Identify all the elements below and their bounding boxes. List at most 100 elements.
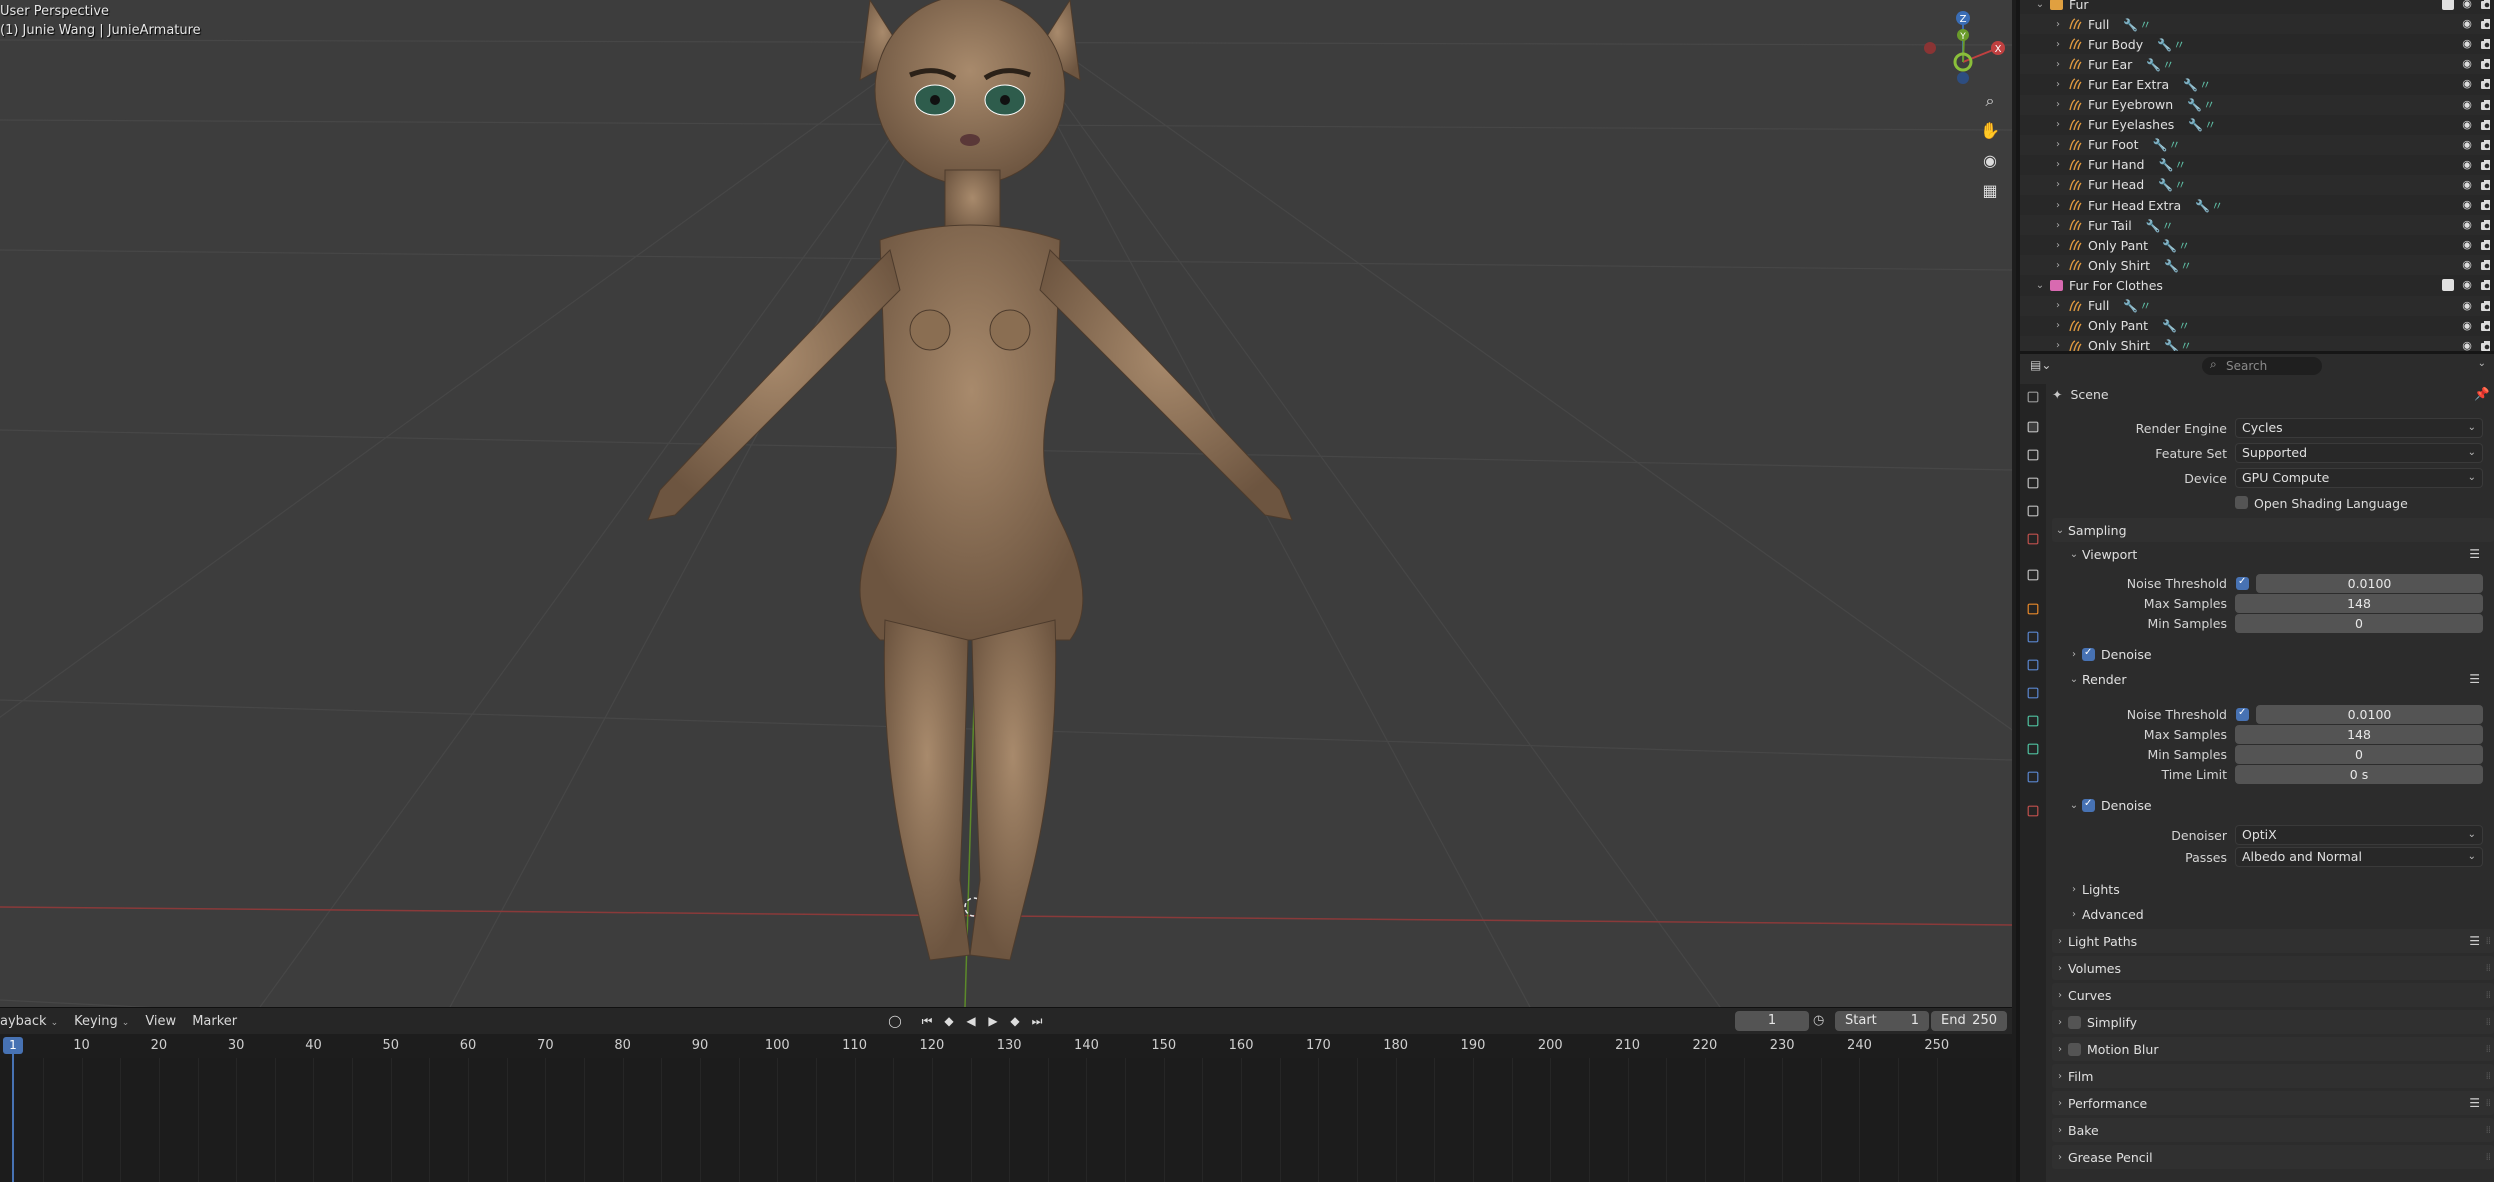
current-frame-field[interactable]: 1 bbox=[1735, 1011, 1809, 1031]
r-time-limit-field[interactable]: 0 s bbox=[2235, 764, 2483, 784]
material-tab-icon[interactable] bbox=[2027, 771, 2039, 783]
panel-bake[interactable]: › Bake ⁞⁞ bbox=[2052, 1118, 2494, 1142]
sampling-panel-header[interactable]: ⌄ Sampling bbox=[2052, 518, 2494, 542]
outliner-hair-object[interactable]: › Fur Foot 🔧〃 ◉ bbox=[2020, 134, 2494, 155]
chevron-right-icon[interactable]: › bbox=[2052, 300, 2064, 311]
panel-enable-checkbox[interactable] bbox=[2068, 1042, 2081, 1056]
eye-icon[interactable]: ◉ bbox=[2460, 158, 2474, 171]
eye-icon[interactable]: ◉ bbox=[2460, 178, 2474, 191]
chevron-down-icon[interactable]: ⌄ bbox=[2034, 0, 2046, 10]
play-reverse-icon[interactable]: ◀ bbox=[960, 1011, 982, 1031]
outliner-hair-object[interactable]: › Fur Head Extra 🔧〃 ◉ bbox=[2020, 195, 2494, 215]
outliner-hair-object[interactable]: › Only Pant 🔧〃 ◉ bbox=[2020, 316, 2494, 336]
passes-dropdown[interactable]: Albedo and Normal ⌄ bbox=[2235, 847, 2483, 867]
3d-viewport[interactable]: User Perspective (1) Junie Wang | JunieA… bbox=[0, 0, 2012, 1007]
eye-icon[interactable]: ◉ bbox=[2460, 0, 2474, 10]
chevron-right-icon[interactable]: › bbox=[2052, 240, 2064, 251]
data-tab-icon[interactable] bbox=[2027, 743, 2039, 755]
drag-grip-icon[interactable]: ⁞⁞ bbox=[2486, 990, 2491, 1001]
constraints-tab-icon[interactable] bbox=[2027, 715, 2039, 727]
outliner-collection[interactable]: ⌄ Fur For Clothes ◉ bbox=[2020, 275, 2494, 295]
outliner-hair-object[interactable]: › Fur Ear Extra 🔧〃 ◉ bbox=[2020, 74, 2494, 94]
chevron-right-icon[interactable]: › bbox=[2052, 119, 2064, 130]
jump-end-icon[interactable]: ⏭ bbox=[1026, 1011, 1048, 1031]
physics-tab-icon[interactable] bbox=[2027, 687, 2039, 699]
eye-icon[interactable]: ◉ bbox=[2460, 38, 2474, 50]
viewport-subpanel-header[interactable]: ⌄ Viewport ☰ bbox=[2066, 543, 2494, 565]
panel-motion-blur[interactable]: › Motion Blur ⁞⁞ bbox=[2052, 1037, 2494, 1061]
play-icon[interactable]: ▶ bbox=[982, 1011, 1004, 1031]
panel-enable-checkbox[interactable] bbox=[2068, 1015, 2081, 1029]
eye-icon[interactable]: ◉ bbox=[2460, 239, 2474, 251]
eye-icon[interactable]: ◉ bbox=[2460, 319, 2474, 332]
outliner-hair-object[interactable]: › Fur Hand 🔧〃 ◉ bbox=[2020, 155, 2494, 175]
panel-light-paths[interactable]: › Light Paths ☰ ⁞⁞ bbox=[2052, 929, 2494, 953]
outliner-hair-object[interactable]: › Only Shirt 🔧〃 ◉ bbox=[2020, 335, 2494, 351]
eye-icon[interactable]: ◉ bbox=[2460, 219, 2474, 231]
r-noise-threshold-field[interactable]: 0.0100 bbox=[2256, 704, 2483, 724]
chevron-right-icon[interactable]: › bbox=[2052, 59, 2064, 70]
options-chevron-icon[interactable]: ⌄ bbox=[2478, 358, 2486, 369]
texture-tab-icon[interactable] bbox=[2027, 805, 2039, 817]
outliner-hair-object[interactable]: › Fur Body 🔧〃 ◉ bbox=[2020, 34, 2494, 54]
outliner-hair-object[interactable]: › Full 🔧〃 ◉ bbox=[2020, 295, 2494, 316]
outliner-scrollbar[interactable] bbox=[2490, 0, 2494, 351]
eye-icon[interactable]: ◉ bbox=[2460, 18, 2474, 30]
properties-search[interactable]: Search bbox=[2202, 357, 2322, 375]
view-menu[interactable]: View bbox=[145, 1014, 176, 1029]
exclude-checkbox[interactable] bbox=[2442, 0, 2454, 10]
outliner-hair-object[interactable]: › Only Pant 🔧〃 ◉ bbox=[2020, 235, 2494, 255]
vp-min-samples-field[interactable]: 0 bbox=[2235, 613, 2483, 633]
feature-set-dropdown[interactable]: Supported ⌄ bbox=[2235, 443, 2483, 463]
vp-noise-threshold-field[interactable]: 0.0100 bbox=[2256, 573, 2483, 593]
clock-icon[interactable]: ◷ bbox=[1813, 1013, 1824, 1028]
jump-start-icon[interactable]: ⏮ bbox=[916, 1011, 938, 1031]
presets-list-icon[interactable]: ☰ bbox=[2469, 934, 2480, 948]
particles-tab-icon[interactable] bbox=[2027, 659, 2039, 671]
panel-grease-pencil[interactable]: › Grease Pencil ⁞⁞ bbox=[2052, 1145, 2494, 1169]
vp-denoise-subpanel-header[interactable]: › Denoise bbox=[2066, 643, 2494, 665]
eye-icon[interactable]: ◉ bbox=[2460, 339, 2474, 351]
r-max-samples-field[interactable]: 148 bbox=[2235, 724, 2483, 744]
eye-icon[interactable]: ◉ bbox=[2460, 78, 2474, 90]
r-min-samples-field[interactable]: 0 bbox=[2235, 744, 2483, 764]
eye-icon[interactable]: ◉ bbox=[2460, 299, 2474, 312]
outliner-hair-object[interactable]: › Fur Eyelashes 🔧〃 ◉ bbox=[2020, 115, 2494, 135]
lights-subpanel-header[interactable]: › Lights bbox=[2066, 878, 2494, 900]
eye-icon[interactable]: ◉ bbox=[2460, 199, 2474, 211]
panel-curves[interactable]: › Curves ⁞⁞ bbox=[2052, 983, 2494, 1007]
r-denoise-checkbox[interactable] bbox=[2082, 798, 2095, 812]
panel-film[interactable]: › Film ⁞⁞ bbox=[2052, 1064, 2494, 1088]
chevron-right-icon[interactable]: › bbox=[2052, 39, 2064, 50]
eye-icon[interactable]: ◉ bbox=[2460, 138, 2474, 151]
end-frame-field[interactable]: End 250 bbox=[1931, 1011, 2007, 1031]
modifier-tab-icon[interactable] bbox=[2027, 631, 2039, 643]
tool-tab-icon[interactable] bbox=[2027, 391, 2039, 403]
grid-icon[interactable]: ▦ bbox=[1975, 176, 2005, 206]
eye-icon[interactable]: ◉ bbox=[2460, 118, 2474, 131]
playhead-frame-badge[interactable]: 1 bbox=[3, 1037, 23, 1054]
chevron-right-icon[interactable]: › bbox=[2052, 260, 2064, 271]
presets-list-icon[interactable]: ☰ bbox=[2469, 672, 2480, 686]
panel-simplify[interactable]: › Simplify ⁞⁞ bbox=[2052, 1010, 2494, 1034]
start-frame-field[interactable]: Start 1 bbox=[1835, 1011, 1929, 1031]
view-layer-tab-icon[interactable] bbox=[2027, 477, 2039, 489]
outliner-hair-object[interactable]: › Only Shirt 🔧〃 ◉ bbox=[2020, 255, 2494, 276]
timeline-tracks[interactable] bbox=[0, 1058, 2012, 1182]
presets-list-icon[interactable]: ☰ bbox=[2469, 1096, 2480, 1110]
object-tab-icon[interactable] bbox=[2027, 603, 2039, 615]
collection-tab-icon[interactable] bbox=[2027, 569, 2039, 581]
outliner-hair-object[interactable]: › Fur Eyebrown 🔧〃 ◉ bbox=[2020, 94, 2494, 115]
osl-checkbox[interactable] bbox=[2235, 496, 2248, 509]
editor-type-icon[interactable]: ▤⌄ bbox=[2030, 358, 2051, 374]
next-keyframe-icon[interactable]: ◆ bbox=[1004, 1011, 1026, 1031]
drag-grip-icon[interactable]: ⁞⁞ bbox=[2486, 1044, 2491, 1055]
scene-tab-icon[interactable] bbox=[2027, 505, 2039, 517]
r-denoise-subpanel-header[interactable]: ⌄ Denoise bbox=[2066, 794, 2494, 816]
chevron-right-icon[interactable]: › bbox=[2052, 99, 2064, 110]
pin-icon[interactable]: 📌 bbox=[2474, 386, 2490, 402]
panel-volumes[interactable]: › Volumes ⁞⁞ bbox=[2052, 956, 2494, 980]
frame-ruler[interactable]: 10 20 30 40 50 60 70 80 90 100 110 120 130 140 150 160 1… bbox=[0, 1034, 2012, 1058]
denoiser-dropdown[interactable]: OptiX ⌄ bbox=[2235, 825, 2483, 845]
panel-performance[interactable]: › Performance ☰ ⁞⁞ bbox=[2052, 1091, 2494, 1115]
